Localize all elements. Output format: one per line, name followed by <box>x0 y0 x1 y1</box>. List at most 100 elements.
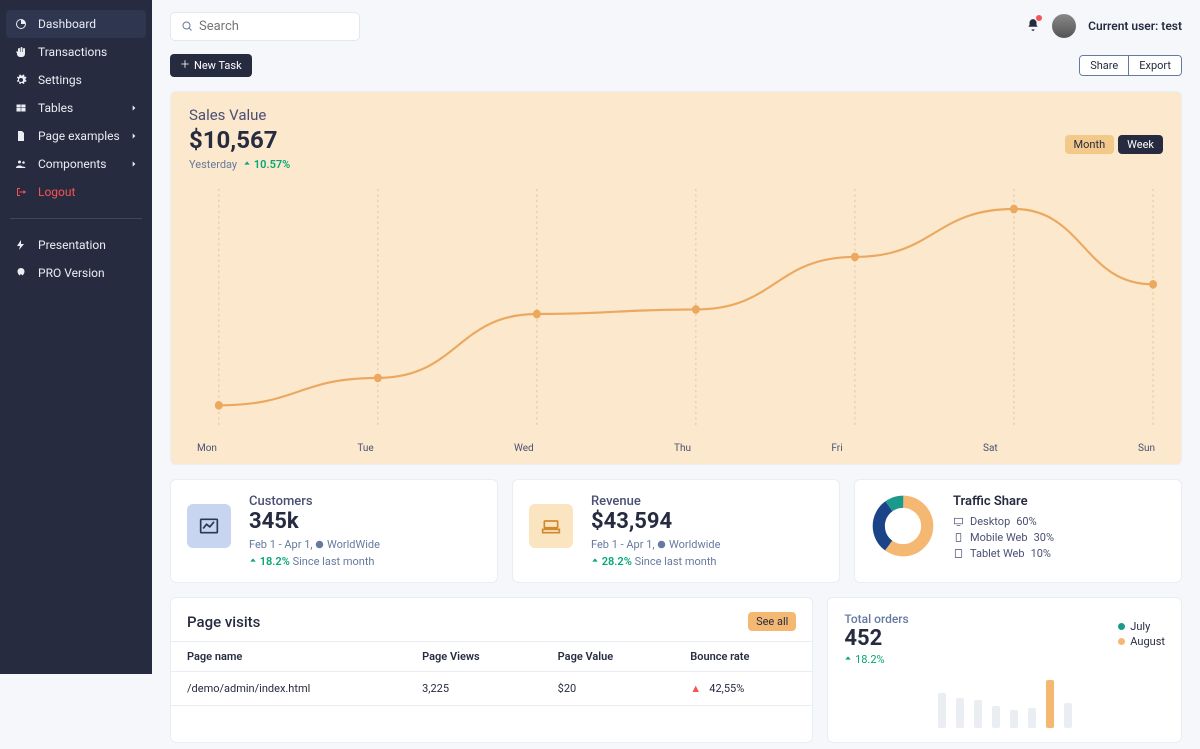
chart-x-labels: MonTueWedThuFriSatSun <box>189 443 1163 454</box>
sidebar-item-presentation[interactable]: Presentation <box>6 231 146 259</box>
new-task-label: New Task <box>194 59 242 72</box>
sales-chart <box>189 189 1163 439</box>
sidebar-item-settings[interactable]: Settings <box>6 66 146 94</box>
revenue-title: Revenue <box>591 494 720 509</box>
sidebar-item-pro-version[interactable]: PRO Version <box>6 259 146 287</box>
bar <box>992 706 1000 728</box>
traffic-item: Desktop 60% <box>953 515 1054 528</box>
orders-card: Total orders 452 18.2% July August <box>827 597 1182 743</box>
sidebar-item-components[interactable]: Components <box>6 150 146 178</box>
topbar: Current user: test <box>170 6 1182 46</box>
username-label: Current user: test <box>1088 19 1182 33</box>
new-task-button[interactable]: New Task <box>170 54 252 77</box>
cashbox-icon <box>529 504 573 548</box>
bar <box>938 693 946 728</box>
sidebar-item-transactions[interactable]: Transactions <box>6 38 146 66</box>
traffic-item: Mobile Web 30% <box>953 531 1054 544</box>
plus-icon <box>180 59 190 72</box>
action-row: New Task Share Export <box>170 54 1182 77</box>
table-row[interactable]: /demo/admin/index.html3,225$20▲ 42,55% <box>171 672 812 706</box>
search-box[interactable] <box>170 12 360 41</box>
table-icon <box>14 101 28 115</box>
orders-legend: July August <box>1118 620 1165 650</box>
traffic-donut <box>871 494 935 558</box>
period-toggle: Month Week <box>1065 135 1163 154</box>
bar <box>956 698 964 728</box>
gear-icon <box>14 73 28 87</box>
page-visits-card: Page visits See all Page namePage ViewsP… <box>170 597 813 743</box>
week-button[interactable]: Week <box>1118 135 1163 154</box>
sidebar-item-dashboard[interactable]: Dashboard <box>6 10 146 38</box>
users-icon <box>14 157 28 171</box>
chart-x-label: Mon <box>197 443 217 454</box>
sidebar-item-label: Settings <box>38 73 82 87</box>
orders-value: 452 <box>844 626 1165 651</box>
revenue-value: $43,594 <box>591 509 720 534</box>
bar <box>1046 680 1054 728</box>
sales-title: Sales Value <box>189 106 1163 124</box>
arrow-up-icon: ▲ <box>690 682 701 695</box>
chevron-right-icon <box>130 157 138 171</box>
sidebar-item-label: Page examples <box>38 129 120 143</box>
notification-dot <box>1036 15 1042 21</box>
customers-growth: 18.2% Since last month <box>249 555 380 568</box>
sales-value: $10,567 <box>189 126 1163 154</box>
pie-icon <box>14 17 28 31</box>
share-export-group: Share Export <box>1079 55 1182 76</box>
legend-item: August <box>1118 635 1165 648</box>
bar <box>1028 708 1036 728</box>
bar <box>1064 703 1072 728</box>
bell-icon[interactable] <box>1026 17 1040 36</box>
traffic-title: Traffic Share <box>953 494 1054 509</box>
traffic-card: Traffic Share Desktop 60% Mobile Web 30% T… <box>854 479 1182 583</box>
table-header: Page Views <box>406 642 542 672</box>
chevron-right-icon <box>130 101 138 115</box>
search-icon <box>181 17 193 36</box>
sidebar-item-label: Components <box>38 157 107 171</box>
revenue-card: Revenue $43,594 Feb 1 - Apr 1, Worldwide… <box>512 479 840 583</box>
sales-pct: 10.57% <box>243 158 290 171</box>
chevron-right-icon <box>130 129 138 143</box>
sidebar-item-label: PRO Version <box>38 266 105 280</box>
orders-title: Total orders <box>844 612 1165 626</box>
revenue-range: Feb 1 - Apr 1, Worldwide <box>591 538 720 551</box>
sidebar-item-label: Dashboard <box>38 17 96 31</box>
sidebar-item-label: Presentation <box>38 238 106 252</box>
sidebar-item-page-examples[interactable]: Page examples <box>6 122 146 150</box>
logout-icon <box>14 185 28 199</box>
chart-x-label: Tue <box>357 443 373 454</box>
share-button[interactable]: Share <box>1080 56 1129 75</box>
customers-value: 345k <box>249 509 380 534</box>
chart-x-label: Wed <box>514 443 534 454</box>
revenue-growth: 28.2% Since last month <box>591 555 720 568</box>
sales-sub-label: Yesterday <box>189 158 237 171</box>
table-header: Bounce rate <box>674 642 812 672</box>
bar <box>974 700 982 728</box>
main-content: Current user: test New Task Share Export… <box>152 0 1200 749</box>
sidebar-item-label: Logout <box>38 185 75 199</box>
sidebar-item-logout[interactable]: Logout <box>6 178 146 206</box>
sidebar-divider <box>10 218 142 219</box>
sidebar-item-label: Tables <box>38 101 73 115</box>
chart-x-label: Sat <box>983 443 998 454</box>
orders-bars <box>844 678 1165 728</box>
export-button[interactable]: Export <box>1129 56 1181 75</box>
avatar[interactable] <box>1052 14 1076 38</box>
sidebar: Dashboard Transactions Settings Tables Page … <box>0 0 152 674</box>
legend-item: July <box>1118 620 1165 633</box>
search-input[interactable] <box>199 19 349 34</box>
sidebar-item-tables[interactable]: Tables <box>6 94 146 122</box>
table-header: Page name <box>171 642 406 672</box>
table-header: Page Value <box>542 642 675 672</box>
visits-title: Page visits <box>187 613 260 631</box>
customers-title: Customers <box>249 494 380 509</box>
chart-x-label: Fri <box>831 443 842 454</box>
orders-growth: 18.2% <box>844 653 1165 666</box>
rocket-icon <box>14 266 28 280</box>
see-all-button[interactable]: See all <box>748 612 796 631</box>
month-button[interactable]: Month <box>1065 135 1115 154</box>
chart-x-label: Thu <box>674 443 691 454</box>
sidebar-item-label: Transactions <box>38 45 107 59</box>
traffic-item: Tablet Web 10% <box>953 547 1054 560</box>
sales-card: Sales Value $10,567 Yesterday 10.57% Mon… <box>170 91 1182 465</box>
